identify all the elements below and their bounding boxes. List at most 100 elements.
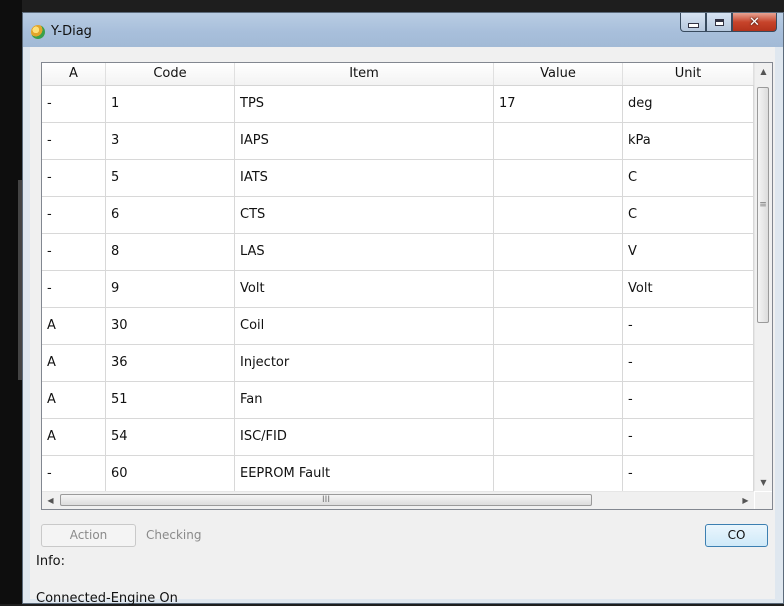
column-header-unit[interactable]: Unit — [623, 63, 754, 85]
horizontal-scroll-thumb[interactable]: III — [60, 494, 592, 506]
cell-item: Coil — [235, 308, 494, 344]
cell-value — [494, 160, 623, 196]
cell-value — [494, 123, 623, 159]
cell-item: LAS — [235, 234, 494, 270]
maximize-button[interactable] — [706, 13, 732, 32]
column-header-code[interactable]: Code — [106, 63, 235, 85]
cell-unit: - — [623, 308, 754, 344]
cell-item: Volt — [235, 271, 494, 307]
table-row[interactable]: -3 IAPS kPa — [42, 123, 754, 160]
cell-unit: - — [623, 456, 754, 492]
table-body: -1 TPS 17 deg -3 IAPS kPa -5 IATS C -6 CTS C -8 LAS V -9… — [42, 86, 754, 493]
cell-a: - — [42, 456, 106, 492]
cell-code: 51 — [106, 382, 235, 418]
cell-item: CTS — [235, 197, 494, 233]
checking-label: Checking — [146, 528, 202, 542]
cell-unit: deg — [623, 86, 754, 122]
vertical-scroll-thumb[interactable]: ≡ — [757, 87, 769, 323]
column-header-item[interactable]: Item — [235, 63, 494, 85]
main-window: Y-Diag ✕ A Code Item Value Unit -1 TPS 17 d… — [22, 12, 784, 606]
title-bar[interactable]: Y-Diag ✕ — [23, 13, 783, 47]
column-header-value[interactable]: Value — [494, 63, 623, 85]
window-title: Y-Diag — [51, 24, 92, 39]
table-row[interactable]: A 54 ISC/FID - — [42, 419, 754, 456]
cell-a: - — [42, 234, 106, 270]
close-icon: ✕ — [749, 14, 760, 30]
cell-item: EEPROM Fault — [235, 456, 494, 492]
column-header-a[interactable]: A — [42, 63, 106, 85]
cell-item: IAPS — [235, 123, 494, 159]
vertical-scrollbar[interactable]: ▲ ≡ ▼ — [754, 63, 772, 491]
cell-a: - — [42, 123, 106, 159]
scroll-right-icon[interactable]: ▶ — [737, 492, 754, 509]
cell-a: A — [42, 382, 106, 418]
table-row[interactable]: -60 EEPROM Fault - — [42, 456, 754, 493]
action-button[interactable]: Action — [41, 524, 136, 547]
window-controls: ✕ — [680, 13, 777, 33]
cell-value — [494, 197, 623, 233]
cell-value — [494, 345, 623, 381]
cell-a: A — [42, 419, 106, 455]
cell-code: 36 — [106, 345, 235, 381]
cell-code: 8 — [106, 234, 235, 270]
table-header: A Code Item Value Unit — [42, 63, 754, 86]
scroll-up-icon[interactable]: ▲ — [755, 63, 772, 80]
table-row[interactable]: -6 CTS C — [42, 197, 754, 234]
cell-value — [494, 308, 623, 344]
cell-code: 6 — [106, 197, 235, 233]
table-row[interactable]: A 51 Fan - — [42, 382, 754, 419]
cell-unit: Volt — [623, 271, 754, 307]
background-strip — [0, 0, 22, 604]
cell-code: 1 — [106, 86, 235, 122]
scroll-down-icon[interactable]: ▼ — [755, 474, 772, 491]
table-row[interactable]: A 30 Coil - — [42, 308, 754, 345]
cell-value — [494, 382, 623, 418]
co-button[interactable]: CO — [705, 524, 768, 547]
cell-value — [494, 271, 623, 307]
cell-item: TPS — [235, 86, 494, 122]
cell-item: Fan — [235, 382, 494, 418]
table-row[interactable]: -9 Volt Volt — [42, 271, 754, 308]
close-button[interactable]: ✕ — [732, 13, 777, 32]
cell-a: A — [42, 308, 106, 344]
cell-a: - — [42, 86, 106, 122]
table-row[interactable]: -5 IATS C — [42, 160, 754, 197]
cell-unit: - — [623, 382, 754, 418]
client-area: A Code Item Value Unit -1 TPS 17 deg -3 IAPS k… — [30, 47, 775, 606]
scroll-left-icon[interactable]: ◀ — [42, 492, 59, 509]
diagnostic-table[interactable]: A Code Item Value Unit -1 TPS 17 deg -3 IAPS k… — [41, 62, 773, 510]
table-row[interactable]: -1 TPS 17 deg — [42, 86, 754, 123]
table-row[interactable]: A 36 Injector - — [42, 345, 754, 382]
cell-item: IATS — [235, 160, 494, 196]
cell-a: A — [42, 345, 106, 381]
app-icon — [31, 25, 45, 39]
cell-item: Injector — [235, 345, 494, 381]
info-label: Info: — [36, 554, 65, 569]
cell-unit: kPa — [623, 123, 754, 159]
minimize-button[interactable] — [680, 13, 706, 32]
minimize-icon — [687, 22, 699, 28]
cell-unit: V — [623, 234, 754, 270]
cell-code: 60 — [106, 456, 235, 492]
cell-value — [494, 419, 623, 455]
maximize-icon — [714, 18, 724, 26]
cell-code: 9 — [106, 271, 235, 307]
cell-value — [494, 234, 623, 270]
cell-value — [494, 456, 623, 492]
cell-value: 17 — [494, 86, 623, 122]
cell-code: 30 — [106, 308, 235, 344]
scrollbar-corner — [755, 492, 772, 509]
cell-a: - — [42, 197, 106, 233]
cell-code: 3 — [106, 123, 235, 159]
cell-a: - — [42, 271, 106, 307]
cell-unit: C — [623, 197, 754, 233]
cell-unit: - — [623, 345, 754, 381]
cell-code: 5 — [106, 160, 235, 196]
cell-item: ISC/FID — [235, 419, 494, 455]
horizontal-scrollbar[interactable]: ◀ III ▶ — [42, 491, 754, 509]
cell-code: 54 — [106, 419, 235, 455]
table-row[interactable]: -8 LAS V — [42, 234, 754, 271]
cell-unit: - — [623, 419, 754, 455]
cell-a: - — [42, 160, 106, 196]
cell-unit: C — [623, 160, 754, 196]
